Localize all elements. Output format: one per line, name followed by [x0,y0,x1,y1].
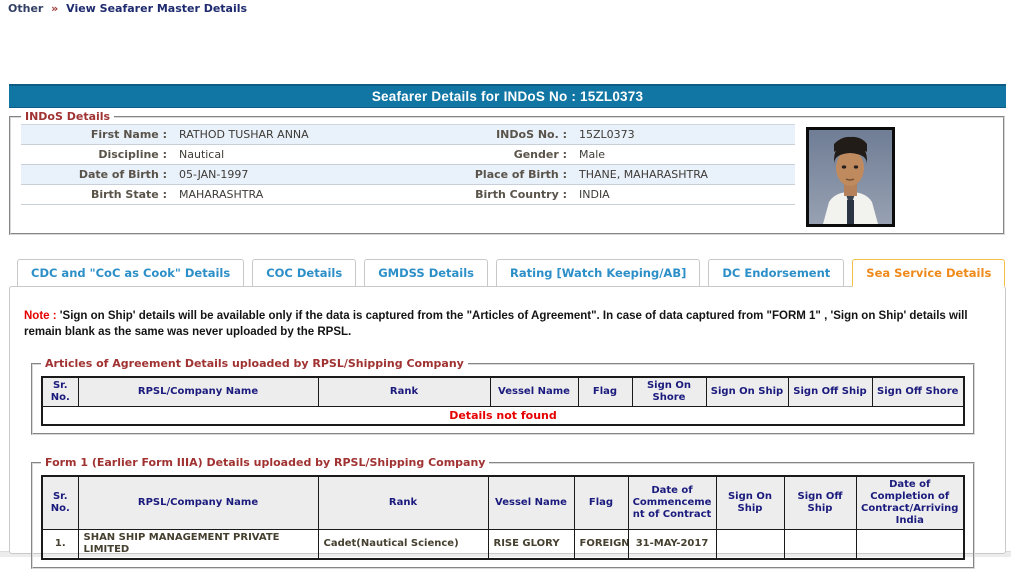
col-vessel-name: Vessel Name [487,475,575,531]
col-rpsl-company-name: RPSL/Company Name [77,376,319,408]
cell-sr-no: 1. [41,529,79,560]
indos-details-table: First Name : RATHOD TUSHAR ANNA INDoS No… [21,124,795,205]
date-of-birth-label: Date of Birth : [78,168,167,181]
col-flag: Flag [573,475,629,531]
tab-bar: CDC and "CoC as Cook" Details COC Detail… [17,259,1011,287]
birth-state-value: MAHARASHTRA [179,188,264,201]
cell-commencement-date: 31-MAY-2017 [627,529,717,560]
cell-completion-date [855,529,965,560]
col-sign-off-shore: Sign Off Shore [871,376,965,408]
gender-value: Male [579,148,606,161]
cell-flag: FOREIGN [573,529,629,560]
tab-coc-details[interactable]: COC Details [252,259,357,287]
note-text: 'Sign on Ship' details will be available… [24,310,968,338]
detail-row-birth-date: Date of Birth : 05-JAN-1997 Place of Bir… [21,165,795,185]
cell-company-name: SHAN SHIP MANAGEMENT PRIVATE LIMITED [77,529,319,560]
indos-details-fieldset: INDoS Details First Name : RATHOD TUSHAR… [9,110,1005,235]
birth-state-label: Birth State : [90,188,167,201]
discipline-label: Discipline : [98,148,167,161]
tab-dc-endorsement[interactable]: DC Endorsement [708,259,845,287]
col-vessel-name: Vessel Name [489,376,579,408]
cell-sign-off-ship [783,529,857,560]
col-sign-on-ship: Sign On Ship [705,376,789,408]
col-sign-on-ship: Sign On Ship [715,475,785,531]
tab-rating-watch-keeping-ab[interactable]: Rating [Watch Keeping/AB] [496,259,701,287]
birth-country-value: INDIA [579,188,610,201]
cell-vessel-name: RISE GLORY [487,529,575,560]
col-sr-no: Sr. No. [41,475,79,531]
col-rank: Rank [317,475,489,531]
form1-data-row: 1. SHAN SHIP MANAGEMENT PRIVATE LIMITED … [41,529,965,560]
birth-country-label: Birth Country : [475,188,567,201]
articles-of-agreement-fieldset: Articles of Agreement Details uploaded b… [31,357,975,436]
col-sr-no: Sr. No. [41,376,79,408]
indos-details-legend: INDoS Details [25,110,111,123]
articles-of-agreement-legend: Articles of Agreement Details uploaded b… [45,357,464,371]
tab-cdc-coc-as-cook-details[interactable]: CDC and "CoC as Cook" Details [17,259,245,287]
breadcrumb-separator-icon: » [51,2,59,15]
gender-label: Gender : [513,148,567,161]
col-sign-off-ship: Sign Off Ship [783,475,857,531]
form1-table: Sr. No. RPSL/Company Name Rank Vessel Na… [41,475,965,561]
cell-rank: Cadet(Nautical Science) [317,529,489,560]
detail-row-discipline: Discipline : Nautical Gender : Male [21,145,795,165]
indos-no-value: 15ZL0373 [579,128,635,141]
place-of-birth-value: THANE, MAHARASHTRA [579,168,708,181]
cell-sign-on-ship [715,529,785,560]
col-date-of-completion: Date of Completion of Contract/Arriving … [855,475,965,531]
sea-service-tab-panel: Note : 'Sign on Ship' details will be av… [9,286,1006,569]
page-title: Seafarer Details for INDoS No : 15ZL0373 [9,84,1006,108]
note-label: Note : [24,310,57,322]
first-name-value: RATHOD TUSHAR ANNA [179,128,309,141]
date-of-birth-value: 05-JAN-1997 [179,168,249,181]
form1-header-row: Sr. No. RPSL/Company Name Rank Vessel Na… [41,475,965,531]
col-date-of-commencement: Date of Commencement of Contract [627,475,717,531]
articles-header-row: Sr. No. RPSL/Company Name Rank Vessel Na… [41,376,965,408]
form1-legend: Form 1 (Earlier Form IIIA) Details uploa… [45,456,486,470]
breadcrumb: Other » View Seafarer Master Details [0,0,1011,16]
form1-fieldset: Form 1 (Earlier Form IIIA) Details uploa… [31,456,975,569]
col-sign-off-ship: Sign Off Ship [787,376,873,408]
seafarer-photo [806,127,895,227]
breadcrumb-other-link[interactable]: Other [8,2,43,15]
articles-empty-row: Details not found [41,406,965,426]
sign-on-ship-note: Note : 'Sign on Ship' details will be av… [24,309,991,340]
details-not-found-message: Details not found [41,406,965,426]
indos-no-label: INDoS No. : [496,128,567,141]
articles-of-agreement-table: Sr. No. RPSL/Company Name Rank Vessel Na… [41,376,965,427]
col-rank: Rank [317,376,491,408]
detail-row-birth-state: Birth State : MAHARASHTRA Birth Country … [21,185,795,205]
breadcrumb-current: View Seafarer Master Details [66,2,248,15]
col-flag: Flag [577,376,633,408]
discipline-value: Nautical [179,148,225,161]
col-rpsl-company-name: RPSL/Company Name [77,475,319,531]
tab-sea-service-details[interactable]: Sea Service Details [852,259,1006,287]
first-name-label: First Name : [90,128,167,141]
tab-gmdss-details[interactable]: GMDSS Details [364,259,489,287]
detail-row-first-name: First Name : RATHOD TUSHAR ANNA INDoS No… [21,125,795,145]
place-of-birth-label: Place of Birth : [474,168,567,181]
col-sign-on-shore: Sign On Shore [631,376,707,408]
